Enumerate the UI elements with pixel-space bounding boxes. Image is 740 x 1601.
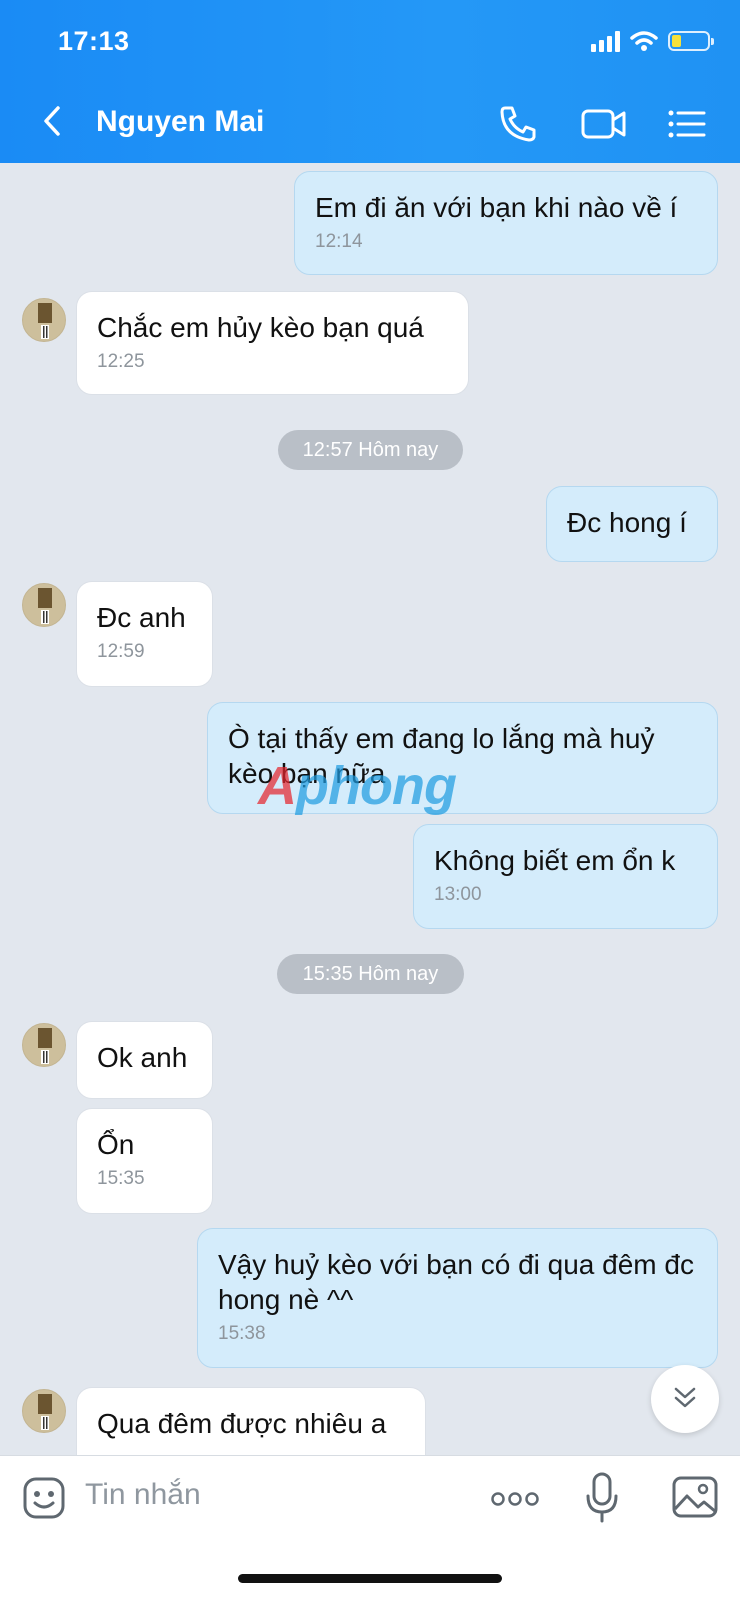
message-input[interactable]: Tin nhắn xyxy=(85,1478,201,1512)
message-time: 15:35 xyxy=(97,1168,145,1189)
scroll-down-icon xyxy=(674,1387,696,1408)
message-text: Ổn xyxy=(97,1129,135,1160)
menu-list-icon[interactable] xyxy=(666,104,710,144)
message-incoming[interactable]: Đc anh 12:59 xyxy=(76,581,213,687)
status-icons xyxy=(591,30,714,52)
more-icon[interactable] xyxy=(490,1490,540,1508)
scroll-down-button[interactable] xyxy=(651,1365,719,1433)
sticker-icon[interactable] xyxy=(22,1476,66,1520)
message-time: 15:38 xyxy=(218,1323,266,1344)
message-text: Vậy huỷ kèo với bạn có đi qua đêm đc hon… xyxy=(218,1249,694,1315)
message-incoming[interactable]: Qua đêm được nhiêu a xyxy=(76,1387,426,1455)
message-outgoing[interactable]: Đc hong í xyxy=(546,486,718,562)
video-call-icon[interactable] xyxy=(580,104,628,144)
message-time: 12:14 xyxy=(315,231,363,252)
message-text: Đc hong í xyxy=(567,507,687,538)
back-icon[interactable] xyxy=(36,104,70,138)
contact-name[interactable]: Nguyen Mai xyxy=(96,105,264,139)
avatar[interactable] xyxy=(22,583,66,627)
message-incoming[interactable]: Chắc em hủy kèo bạn quá 12:25 xyxy=(76,291,469,395)
message-time: 12:59 xyxy=(97,641,145,662)
message-text: Không biết em ổn k xyxy=(434,845,676,876)
message-incoming[interactable]: Ổn 15:35 xyxy=(76,1108,213,1214)
message-text: Chắc em hủy kèo bạn quá xyxy=(97,312,424,343)
microphone-icon[interactable] xyxy=(584,1472,620,1524)
date-separator: 15:35 Hôm nay xyxy=(277,954,464,994)
message-composer: Tin nhắn xyxy=(0,1455,740,1601)
message-time: 12:25 xyxy=(97,351,145,372)
image-icon[interactable] xyxy=(672,1476,718,1518)
avatar[interactable] xyxy=(22,298,66,342)
message-outgoing[interactable]: Không biết em ổn k 13:00 xyxy=(413,824,718,929)
message-text: Đc anh xyxy=(97,602,186,633)
battery-icon xyxy=(668,31,714,51)
message-outgoing[interactable]: Vậy huỷ kèo với bạn có đi qua đêm đc hon… xyxy=(197,1228,718,1368)
date-separator: 12:57 Hôm nay xyxy=(278,430,463,470)
avatar[interactable] xyxy=(22,1389,66,1433)
message-text: Ok anh xyxy=(97,1042,188,1073)
watermark-logo: Aphong xyxy=(258,756,457,816)
message-time: 13:00 xyxy=(434,884,482,905)
message-outgoing[interactable]: Em đi ăn với bạn khi nào về í 12:14 xyxy=(294,171,718,275)
home-indicator[interactable] xyxy=(238,1574,502,1583)
message-incoming[interactable]: Ok anh xyxy=(76,1021,213,1099)
chat-header: 17:13 Nguyen Mai xyxy=(0,0,740,163)
phone-icon[interactable] xyxy=(497,104,541,144)
signal-icon xyxy=(591,30,620,52)
wifi-icon xyxy=(630,31,658,51)
avatar[interactable] xyxy=(22,1023,66,1067)
status-time: 17:13 xyxy=(58,26,130,56)
message-text: Em đi ăn với bạn khi nào về í xyxy=(315,192,678,223)
message-text: Qua đêm được nhiêu a xyxy=(97,1408,387,1439)
